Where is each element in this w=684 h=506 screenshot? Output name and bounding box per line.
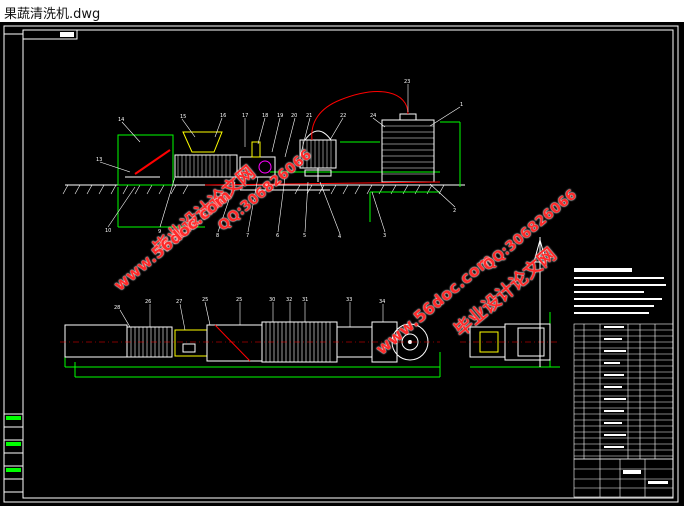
svg-text:30: 30 (269, 297, 275, 303)
svg-text:25: 25 (236, 297, 242, 303)
svg-text:5: 5 (303, 233, 306, 239)
svg-text:4: 4 (338, 234, 341, 240)
inner-frame (22, 29, 674, 499)
svg-text:31: 31 (302, 297, 308, 303)
svg-text:23: 23 (404, 79, 410, 85)
parts-list (573, 323, 674, 460)
svg-text:32: 32 (286, 297, 292, 303)
side-table (4, 413, 23, 493)
cad-drawing-canvas[interactable]: 14 13 15 16 17 18 19 20 21 22 24 23 1 10… (0, 22, 684, 506)
svg-text:34: 34 (379, 299, 385, 305)
svg-text:24: 24 (370, 113, 376, 119)
svg-text:15: 15 (180, 114, 186, 120)
svg-text:16: 16 (220, 113, 226, 119)
svg-text:27: 27 (176, 299, 182, 305)
elevation-view: 14 13 15 16 17 18 19 20 21 22 24 23 1 10… (62, 79, 465, 240)
svg-text:33: 33 (346, 297, 352, 303)
outer-frame (3, 25, 679, 503)
svg-text:25: 25 (202, 297, 208, 303)
cad-drawing: 14 13 15 16 17 18 19 20 21 22 24 23 1 10… (3, 25, 679, 503)
svg-text:13: 13 (96, 157, 102, 163)
svg-text:21: 21 (306, 113, 312, 119)
svg-text:17: 17 (242, 113, 248, 119)
svg-text:18: 18 (262, 113, 268, 119)
svg-text:22: 22 (340, 113, 346, 119)
svg-text:28: 28 (114, 305, 120, 311)
svg-text:1: 1 (460, 102, 463, 108)
window-title: 果蔬清洗机.dwg (4, 7, 101, 22)
svg-text:6: 6 (276, 233, 279, 239)
svg-text:20: 20 (291, 113, 297, 119)
title-block (573, 458, 674, 498)
svg-text:3: 3 (383, 233, 386, 239)
svg-text:14: 14 (118, 117, 124, 123)
svg-text:7: 7 (246, 233, 249, 239)
svg-text:10: 10 (105, 228, 111, 234)
svg-text:2: 2 (453, 208, 456, 214)
window-titlebar: 果蔬清洗机.dwg (0, 0, 684, 23)
svg-text:8: 8 (216, 233, 219, 239)
svg-text:26: 26 (145, 299, 151, 305)
svg-text:19: 19 (277, 113, 283, 119)
tech-notes (574, 268, 666, 314)
